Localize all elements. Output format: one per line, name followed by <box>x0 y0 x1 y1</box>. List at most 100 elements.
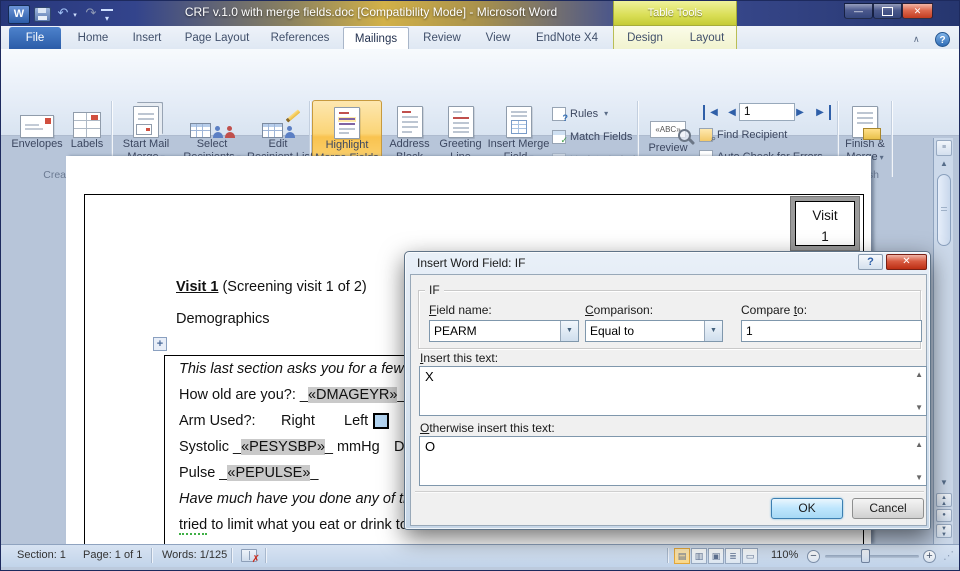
visit-cell-line2: 1 <box>796 226 854 247</box>
save-icon[interactable] <box>34 7 51 22</box>
scroll-up-icon[interactable]: ▲ <box>936 159 952 168</box>
undo-button[interactable]: ↶ <box>55 5 71 22</box>
match-fields-button[interactable]: ✓ Match Fields <box>552 127 632 146</box>
resize-grip[interactable]: ⋰ <box>943 549 955 562</box>
doc-arm-right-label: Right <box>281 413 315 429</box>
tab-endnote[interactable]: EndNote X4 <box>527 27 607 49</box>
browse-next-button[interactable]: ▼▼ <box>936 524 952 538</box>
person-icon <box>285 126 295 138</box>
ruler-toggle-button[interactable]: ≡ <box>936 140 952 156</box>
tab-page-layout[interactable]: Page Layout <box>177 27 257 49</box>
next-record-button[interactable]: ▶ <box>791 105 809 120</box>
window-title: CRF v.1.0 with merge fields.doc [Compati… <box>141 5 601 19</box>
last-record-button[interactable]: ▶ <box>811 105 831 120</box>
comparison-combobox[interactable]: Equal to ▼ <box>585 320 723 342</box>
browse-previous-button[interactable]: ▲▲ <box>936 493 952 507</box>
doc-pulse-line: Pulse _«PEPULSE»_ <box>179 465 318 481</box>
maximize-button[interactable] <box>873 3 902 19</box>
field-name-combobox[interactable]: PEARM ▼ <box>429 320 579 342</box>
label-rest: nsert this text: <box>423 351 498 365</box>
accel: C <box>585 303 594 317</box>
minimize-ribbon-icon[interactable]: ∧ <box>913 34 920 45</box>
vertical-scrollbar[interactable]: ≡ ▲ ▼ ▲▲ ● ▼▼ <box>933 138 953 544</box>
insert-merge-field-icon <box>506 106 532 138</box>
table-move-handle[interactable]: + <box>153 337 167 351</box>
envelope-icon <box>20 115 54 138</box>
view-print-layout-button[interactable]: ▤ <box>674 548 690 564</box>
tab-view[interactable]: View <box>475 27 521 49</box>
tab-design[interactable]: Design <box>617 27 673 49</box>
question-mark: ? <box>563 113 569 123</box>
proofing-status-icon[interactable]: ✗ <box>241 549 257 562</box>
doc-tried-line: tried to limit what you eat or drink to … <box>179 517 416 533</box>
first-record-button[interactable]: ◀ <box>703 105 723 120</box>
help-icon[interactable]: ? <box>935 32 950 47</box>
merge-field-pesysbp: «PESYSBP» <box>241 439 325 455</box>
scroll-down-icon[interactable]: ▼ <box>936 478 952 487</box>
cancel-button[interactable]: Cancel <box>852 498 924 519</box>
zoom-in-button[interactable]: + <box>923 550 936 563</box>
match-fields-icon: ✓ <box>552 130 566 144</box>
rules-button[interactable]: ? Rules ▾ <box>552 104 608 123</box>
find-recipient-button[interactable]: ⌕ Find Recipient <box>699 125 787 144</box>
labels-label: Labels <box>65 138 109 151</box>
greeting-line-label-1: Greeting <box>436 138 485 151</box>
textarea-scroll-up-icon[interactable]: ▲ <box>915 370 923 379</box>
zoom-slider-thumb[interactable] <box>861 549 870 563</box>
zoom-slider-track[interactable] <box>825 555 919 558</box>
dialog-help-button[interactable]: ? <box>858 254 883 270</box>
select-recipients-label-1: Select <box>179 138 245 151</box>
textarea-scroll-up-icon[interactable]: ▲ <box>915 440 923 449</box>
tab-review[interactable]: Review <box>415 27 469 49</box>
insert-word-field-dialog: Insert Word Field: IF ? ✕ IF Field name:… <box>404 251 931 530</box>
checkbox-right[interactable] <box>373 413 389 429</box>
tried-rest: to limit what you eat or drink to t <box>207 517 416 533</box>
envelopes-button[interactable]: Envelopes <box>11 100 63 174</box>
scrollbar-thumb[interactable] <box>937 174 951 246</box>
visit-cell[interactable]: Visit 1 <box>795 201 855 246</box>
compare-to-input[interactable] <box>741 320 922 342</box>
ribbon: Envelopes Labels Create Start Mail Merge… <box>1 49 959 136</box>
select-browse-object-button[interactable]: ● <box>936 509 952 522</box>
combo-dropdown-icon[interactable]: ▼ <box>704 321 722 341</box>
age-question: How old are you?: _ <box>179 387 308 403</box>
doc-heading: Visit 1 (Screening visit 1 of 2) <box>176 279 367 295</box>
qat-customize-icon[interactable]: ▾ <box>101 9 113 21</box>
status-separator <box>231 548 232 563</box>
close-button[interactable]: ✕ <box>902 3 933 19</box>
status-bar: Section: 1 Page: 1 of 1 Words: 1/125 ✗ ▤… <box>1 544 959 567</box>
tab-home[interactable]: Home <box>67 27 119 49</box>
combo-dropdown-icon[interactable]: ▼ <box>560 321 578 341</box>
minimize-button[interactable]: — <box>844 3 873 19</box>
ok-button[interactable]: OK <box>771 498 843 519</box>
status-page[interactable]: Page: 1 of 1 <box>83 549 142 561</box>
undo-dropdown-icon[interactable]: ▾ <box>70 8 80 25</box>
recipient-list-grid-icon <box>262 123 283 138</box>
textarea-scroll-down-icon[interactable]: ▼ <box>915 403 923 412</box>
tab-references[interactable]: References <box>263 27 337 49</box>
tab-file[interactable]: File <box>9 27 61 49</box>
otherwise-text-label: Otherwise insert this text: <box>420 421 555 435</box>
view-draft-button[interactable]: ▭ <box>742 548 758 564</box>
view-outline-button[interactable]: ≣ <box>725 548 741 564</box>
word-window: W ↶ ▾ ↷ ▾ CRF v.1.0 with merge fields.do… <box>0 0 960 571</box>
pulse-suffix: _ <box>310 465 318 481</box>
word-logo-icon[interactable]: W <box>8 5 30 24</box>
zoom-out-button[interactable]: − <box>807 550 820 563</box>
label-rest: ield name: <box>436 303 491 317</box>
tab-insert[interactable]: Insert <box>123 27 171 49</box>
view-fullscreen-reading-button[interactable]: ▥ <box>691 548 707 564</box>
textarea-scroll-down-icon[interactable]: ▼ <box>915 473 923 482</box>
match-fields-label: Match Fields <box>570 131 632 143</box>
record-number-input[interactable] <box>739 103 795 121</box>
view-web-layout-button[interactable]: ▣ <box>708 548 724 564</box>
tab-layout[interactable]: Layout <box>679 27 735 49</box>
zoom-level[interactable]: 110% <box>771 549 798 561</box>
otherwise-text-area[interactable]: O ▲ ▼ <box>419 436 927 486</box>
status-words[interactable]: Words: 1/125 <box>162 549 227 561</box>
insert-text-area[interactable]: X ▲ ▼ <box>419 366 927 416</box>
preview-results-label-1: Preview <box>641 142 695 155</box>
tab-mailings[interactable]: Mailings <box>343 27 409 49</box>
dialog-close-button[interactable]: ✕ <box>886 254 927 270</box>
labels-icon <box>73 112 101 138</box>
